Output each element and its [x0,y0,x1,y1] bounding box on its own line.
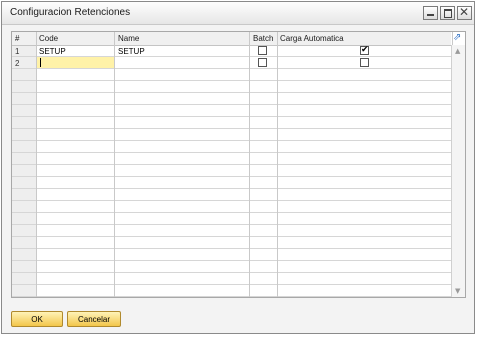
column-divider [277,32,278,297]
configuracion-retenciones-window: Configuracion Retenciones ✕ # Code Name … [1,1,475,334]
scroll-down-icon[interactable]: ▼ [455,287,460,295]
carga-automatica-checkbox[interactable]: ✔ [360,45,369,55]
name-cell[interactable]: SETUP [118,47,145,56]
table-row[interactable] [12,213,451,225]
header-name[interactable]: Name [118,34,139,43]
table-row[interactable] [12,81,451,93]
column-divider [36,32,37,297]
grid-header: # Code Name Batch Carga Automatica [12,32,451,46]
table-row[interactable]: 2 [12,57,451,69]
header-carga-automatica[interactable]: Carga Automatica [280,34,344,43]
table-row[interactable] [12,153,451,165]
expand-arrow-icon[interactable]: ⇗ [453,33,463,43]
checkmark-icon: ✔ [361,45,369,55]
table-row[interactable] [12,117,451,129]
table-row[interactable] [12,129,451,141]
column-divider [114,32,115,297]
table-row[interactable] [12,201,451,213]
code-cell[interactable]: SETUP [39,47,66,56]
text-caret [40,58,41,67]
row-number: 1 [15,47,20,56]
minimize-button[interactable] [423,6,438,20]
retenciones-grid: # Code Name Batch Carga Automatica ⇗ 1 SE… [11,31,466,298]
header-rownum: # [15,34,20,43]
table-row[interactable] [12,165,451,177]
row-number: 2 [15,59,20,68]
table-row[interactable] [12,69,451,81]
carga-automatica-checkbox[interactable] [360,58,369,67]
table-row[interactable] [12,105,451,117]
table-row[interactable] [12,273,451,285]
scroll-up-icon[interactable]: ▲ [455,47,460,55]
batch-checkbox[interactable] [258,46,267,55]
header-code[interactable]: Code [39,34,58,43]
table-row[interactable] [12,237,451,249]
table-row[interactable] [12,189,451,201]
table-row[interactable] [12,249,451,261]
table-row[interactable]: 1 SETUP SETUP ✔ [12,45,451,57]
window-title: Configuracion Retenciones [10,7,131,18]
vertical-scrollbar[interactable]: ▲ ▼ [451,45,465,297]
table-row[interactable] [12,261,451,273]
table-row[interactable] [12,93,451,105]
title-bar[interactable]: Configuracion Retenciones ✕ [2,2,474,25]
table-row[interactable] [12,225,451,237]
column-divider [249,32,250,297]
table-row[interactable] [12,141,451,153]
close-icon: ✕ [459,5,470,19]
header-batch[interactable]: Batch [253,34,273,43]
ok-button[interactable]: OK [11,311,63,327]
table-row[interactable] [12,285,451,297]
active-cell-highlight[interactable] [37,57,114,68]
table-row[interactable] [12,177,451,189]
maximize-icon [444,9,452,18]
cancel-button[interactable]: Cancelar [67,311,121,327]
maximize-button[interactable] [440,6,455,20]
batch-checkbox[interactable] [258,58,267,67]
close-button[interactable]: ✕ [457,5,472,20]
minimize-icon [427,14,434,16]
